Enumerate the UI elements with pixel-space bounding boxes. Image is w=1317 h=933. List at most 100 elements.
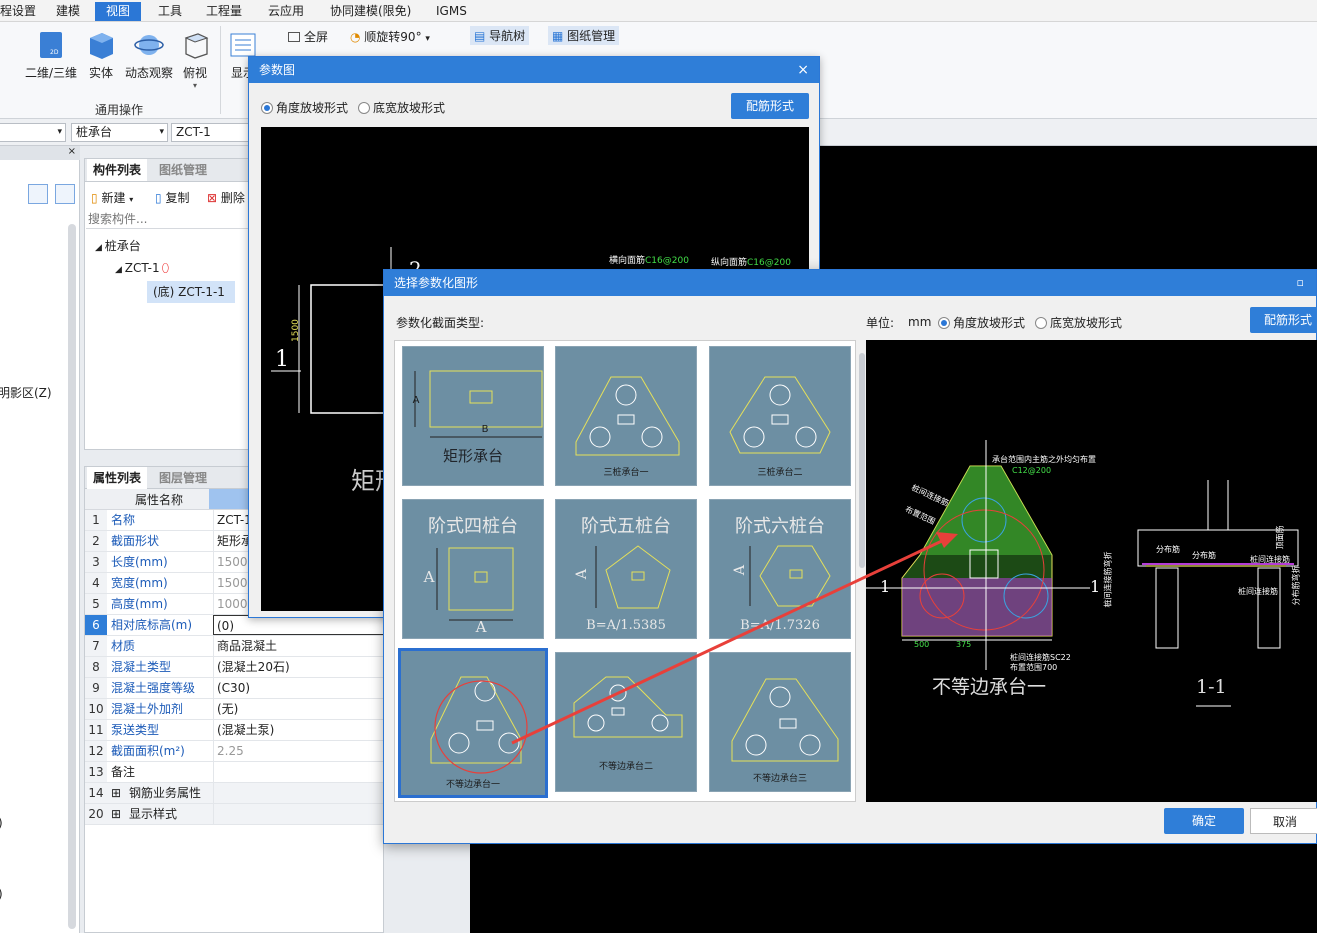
ok-button[interactable]: 确定: [1164, 808, 1244, 834]
property-row[interactable]: 7 材质 商品混凝土: [85, 636, 385, 657]
property-key: 长度(mm): [111, 555, 168, 569]
tab-property-list[interactable]: 属性列表: [87, 467, 148, 489]
property-row[interactable]: 9 混凝土强度等级 (C30): [85, 678, 385, 699]
property-row[interactable]: 6 相对底标高(m) (0): [85, 615, 388, 636]
radio-icon: [938, 317, 950, 329]
radio-angle-slope[interactable]: 角度放坡形式: [261, 99, 348, 116]
copy-button[interactable]: ▯ 复制: [155, 189, 189, 206]
property-value[interactable]: [213, 804, 388, 824]
menu-igms[interactable]: IGMS: [430, 2, 473, 21]
menu-project-settings[interactable]: 程设置: [0, 2, 42, 21]
shape-tile-step-four[interactable]: 阶式四桩台 A A: [402, 499, 544, 639]
delete-label: 删除: [220, 191, 245, 205]
floor-combo[interactable]: ▾: [0, 123, 66, 142]
property-value[interactable]: (C30): [213, 678, 388, 698]
list-view-icon[interactable]: [28, 184, 48, 204]
orbit-label: 动态观察: [124, 66, 173, 80]
cancel-button[interactable]: 取消: [1250, 808, 1317, 834]
shape-tile-unequal-2[interactable]: 不等边承台二: [555, 652, 697, 792]
preview-title: 不等边承台一: [932, 676, 1047, 698]
menu-tools[interactable]: 工具: [152, 2, 188, 21]
expand-icon[interactable]: ⊞: [111, 804, 121, 824]
rebar-form-button-2[interactable]: 配筋形式: [1250, 307, 1317, 333]
tab-layer-mgmt[interactable]: 图层管理: [153, 467, 213, 489]
orbit-button[interactable]: 动态观察: [122, 30, 176, 81]
unit-label: 单位:: [866, 316, 895, 330]
category-combo[interactable]: 桩承台 ▾: [71, 123, 168, 142]
top-view-button[interactable]: 俯视 ▾: [178, 30, 212, 90]
new-button[interactable]: ▯ 新建 ▾: [91, 189, 133, 206]
fullscreen-button[interactable]: 全屏: [288, 28, 328, 45]
shape-tile-step-five[interactable]: 阶式五桩台 A B=A/1.5385: [555, 499, 697, 639]
tree-node-root[interactable]: ◢ 桩承台: [95, 237, 141, 254]
nav-item-label[interactable]: 明影区(Z): [0, 384, 52, 401]
property-value[interactable]: (混凝土20石): [213, 657, 388, 677]
radio-width-slope[interactable]: 底宽放坡形式: [358, 99, 445, 116]
detail-view-icon[interactable]: [55, 184, 75, 204]
property-row[interactable]: 11 泵送类型 (混凝土泵): [85, 720, 385, 741]
shape-tile-unequal-3[interactable]: 不等边承台三: [709, 652, 851, 792]
tree-node-leaf-selected[interactable]: (底) ZCT-1-1: [147, 281, 235, 303]
rotate-button[interactable]: ◔ 顺旋转90° ▾: [350, 28, 430, 45]
search-input[interactable]: [86, 209, 248, 229]
shape-tile-three-pile-1[interactable]: 三桩承台一: [555, 346, 697, 486]
component-tabs: 构件列表 图纸管理: [85, 159, 251, 182]
row-number: 5: [85, 594, 107, 614]
property-row[interactable]: ⊞ 20 显示样式: [85, 804, 385, 825]
tab-drawing-mgmt[interactable]: 图纸管理: [153, 159, 213, 181]
menu-quantity[interactable]: 工程量: [200, 2, 248, 21]
tab-component-list[interactable]: 构件列表: [87, 159, 148, 181]
radio-angle-slope-2[interactable]: 角度放坡形式: [938, 314, 1025, 331]
unit-value: mm: [908, 315, 932, 329]
delete-button[interactable]: ⊠ 删除: [207, 189, 245, 206]
drawing-mgmt-button[interactable]: ▦ 图纸管理: [548, 26, 620, 45]
solid-button[interactable]: 实体: [84, 30, 118, 81]
property-row[interactable]: 12 截面面积(m²) 2.25: [85, 741, 385, 762]
rotate-label: 顺旋转90°: [364, 30, 422, 44]
property-value[interactable]: [213, 783, 388, 803]
orbit-icon: [134, 30, 164, 60]
row-number: 13: [85, 762, 107, 782]
component-combo[interactable]: ZCT-1: [171, 123, 251, 142]
nav-scrollbar[interactable]: [68, 224, 76, 929]
expand-icon[interactable]: ⊞: [111, 783, 121, 803]
property-value[interactable]: (无): [213, 699, 388, 719]
shape-tile-rect[interactable]: A B 矩形承台: [402, 346, 544, 486]
nav-panel-header: ×: [0, 146, 80, 160]
property-header-name: 属性名称: [135, 493, 184, 507]
property-row[interactable]: 8 混凝土类型 (混凝土20石): [85, 657, 385, 678]
property-row[interactable]: 13 备注: [85, 762, 385, 783]
gallery-scrollbar[interactable]: [859, 353, 865, 568]
solid-label: 实体: [88, 66, 113, 80]
row-number: 12: [85, 741, 107, 761]
radio-width-slope-2[interactable]: 底宽放坡形式: [1035, 314, 1122, 331]
2d-3d-button[interactable]: 2D 二维/三维: [22, 30, 80, 81]
menu-modeling[interactable]: 建模: [50, 2, 86, 21]
property-value[interactable]: 商品混凝土: [213, 636, 388, 656]
property-key: 混凝土外加剂: [111, 702, 184, 716]
rebar-label-v: 纵向面筋C16@200: [711, 255, 791, 268]
close-icon[interactable]: ×: [797, 57, 809, 83]
menu-cloud[interactable]: 云应用: [262, 2, 310, 21]
menu-view[interactable]: 视图: [95, 2, 141, 21]
maximize-icon[interactable]: ▫: [1297, 270, 1304, 296]
nav-tree-button[interactable]: ▤ 导航树: [470, 26, 530, 45]
shape-tile-three-pile-2[interactable]: 三桩承台二: [709, 346, 851, 486]
close-icon[interactable]: ×: [68, 146, 76, 157]
property-row[interactable]: 10 混凝土外加剂 (无): [85, 699, 385, 720]
property-row[interactable]: ⊞ 14 钢筋业务属性: [85, 783, 385, 804]
rebar-label-h: 横向面筋C16@200: [609, 253, 689, 266]
property-value[interactable]: (0): [213, 615, 388, 635]
rebar-form-button[interactable]: 配筋形式: [731, 93, 809, 119]
property-value[interactable]: 2.25: [213, 741, 388, 761]
section-type-label: 参数化截面类型:: [396, 316, 485, 330]
menu-collab[interactable]: 协同建模(限免): [324, 2, 417, 21]
property-key: 混凝土强度等级: [111, 681, 196, 695]
rebar-label-h-text: 横向面筋: [609, 256, 646, 266]
shape-tile-unequal-1-selected[interactable]: 不等边承台一: [398, 648, 548, 798]
tree-node-child[interactable]: ◢ ZCT-1 ⬯: [115, 261, 169, 276]
shape-tile-step-six[interactable]: 阶式六桩台 A B=A/1.7326: [709, 499, 851, 639]
property-value[interactable]: [213, 762, 388, 782]
property-value[interactable]: (混凝土泵): [213, 720, 388, 740]
property-key: 截面形状: [111, 534, 160, 548]
